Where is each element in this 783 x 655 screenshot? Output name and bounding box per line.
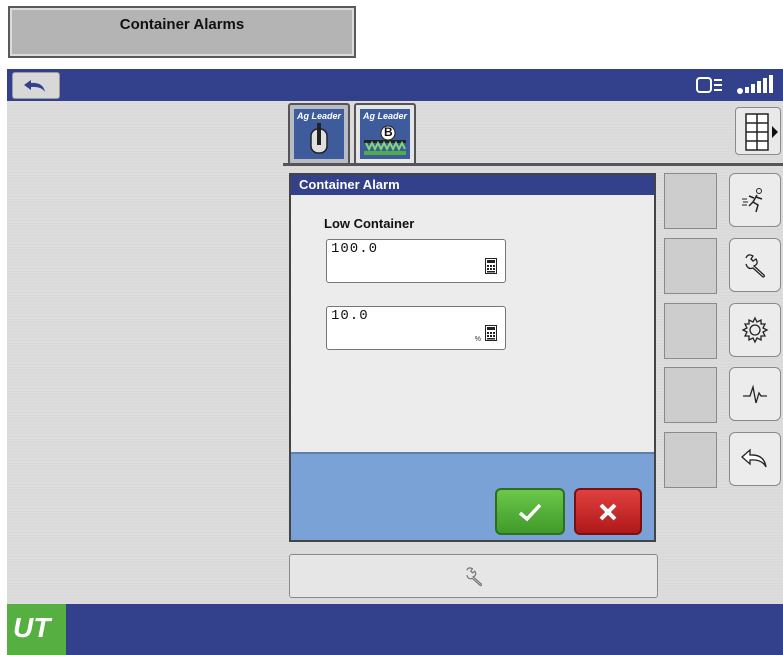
- container-amount-field[interactable]: 100.0: [326, 239, 506, 283]
- dialog-title: Container Alarm: [299, 177, 400, 192]
- layout-grid-button[interactable]: [735, 107, 781, 155]
- signal-icon: [737, 75, 773, 94]
- tab-divider: [283, 163, 783, 166]
- ut-logo: UT: [7, 604, 66, 655]
- toggle-switch-icon: [310, 123, 328, 154]
- caption-box: Container Alarms: [8, 6, 356, 58]
- bottom-bar: [7, 604, 783, 655]
- gear-button[interactable]: [729, 303, 781, 357]
- diagnostics-button[interactable]: [729, 367, 781, 421]
- container-amount-value: 100.0: [331, 241, 379, 257]
- empty-slot: [664, 432, 717, 488]
- wrench-icon: [465, 567, 482, 587]
- percent-unit: %: [474, 336, 481, 343]
- back-icon: [741, 448, 767, 468]
- tab-letter: B: [384, 125, 393, 139]
- run-button[interactable]: [729, 173, 781, 227]
- setup-wrench-bar[interactable]: [289, 554, 658, 598]
- return-button[interactable]: [729, 432, 781, 486]
- calculator-icon: [485, 325, 497, 341]
- gear-icon: [741, 316, 769, 344]
- display-status-icon: [696, 77, 722, 93]
- cancel-button[interactable]: [574, 488, 642, 535]
- container-percent-field[interactable]: 10.0 %: [326, 306, 506, 350]
- run-icon: [742, 188, 763, 213]
- grid-icon: [745, 113, 778, 151]
- dialog-titlebar: Container Alarm: [291, 175, 654, 195]
- empty-slot: [664, 367, 717, 423]
- logo-text: UT: [13, 612, 51, 643]
- empty-slot: [664, 173, 717, 229]
- ok-button[interactable]: [495, 488, 565, 535]
- close-icon: [599, 503, 617, 520]
- wrench-icon: [745, 254, 765, 278]
- calculator-icon: [485, 258, 497, 274]
- top-bar: [7, 69, 783, 101]
- tab-virtual-terminal[interactable]: Ag Leader: [288, 103, 350, 163]
- top-back-button[interactable]: [12, 72, 60, 99]
- caption-title: Container Alarms: [119, 16, 245, 33]
- checkmark-icon: [518, 503, 542, 521]
- empty-slot: [664, 238, 717, 294]
- status-icons: [696, 74, 778, 96]
- low-container-label: Low Container: [324, 216, 415, 231]
- back-arrow-icon: [24, 79, 45, 92]
- tab-sprayer[interactable]: Ag Leader B: [354, 103, 416, 165]
- settings-wrench-button[interactable]: [729, 238, 781, 292]
- empty-slot: [664, 303, 717, 359]
- container-percent-value: 10.0: [331, 308, 369, 324]
- left-panel: [7, 101, 283, 604]
- diagnostic-icon: [743, 384, 767, 404]
